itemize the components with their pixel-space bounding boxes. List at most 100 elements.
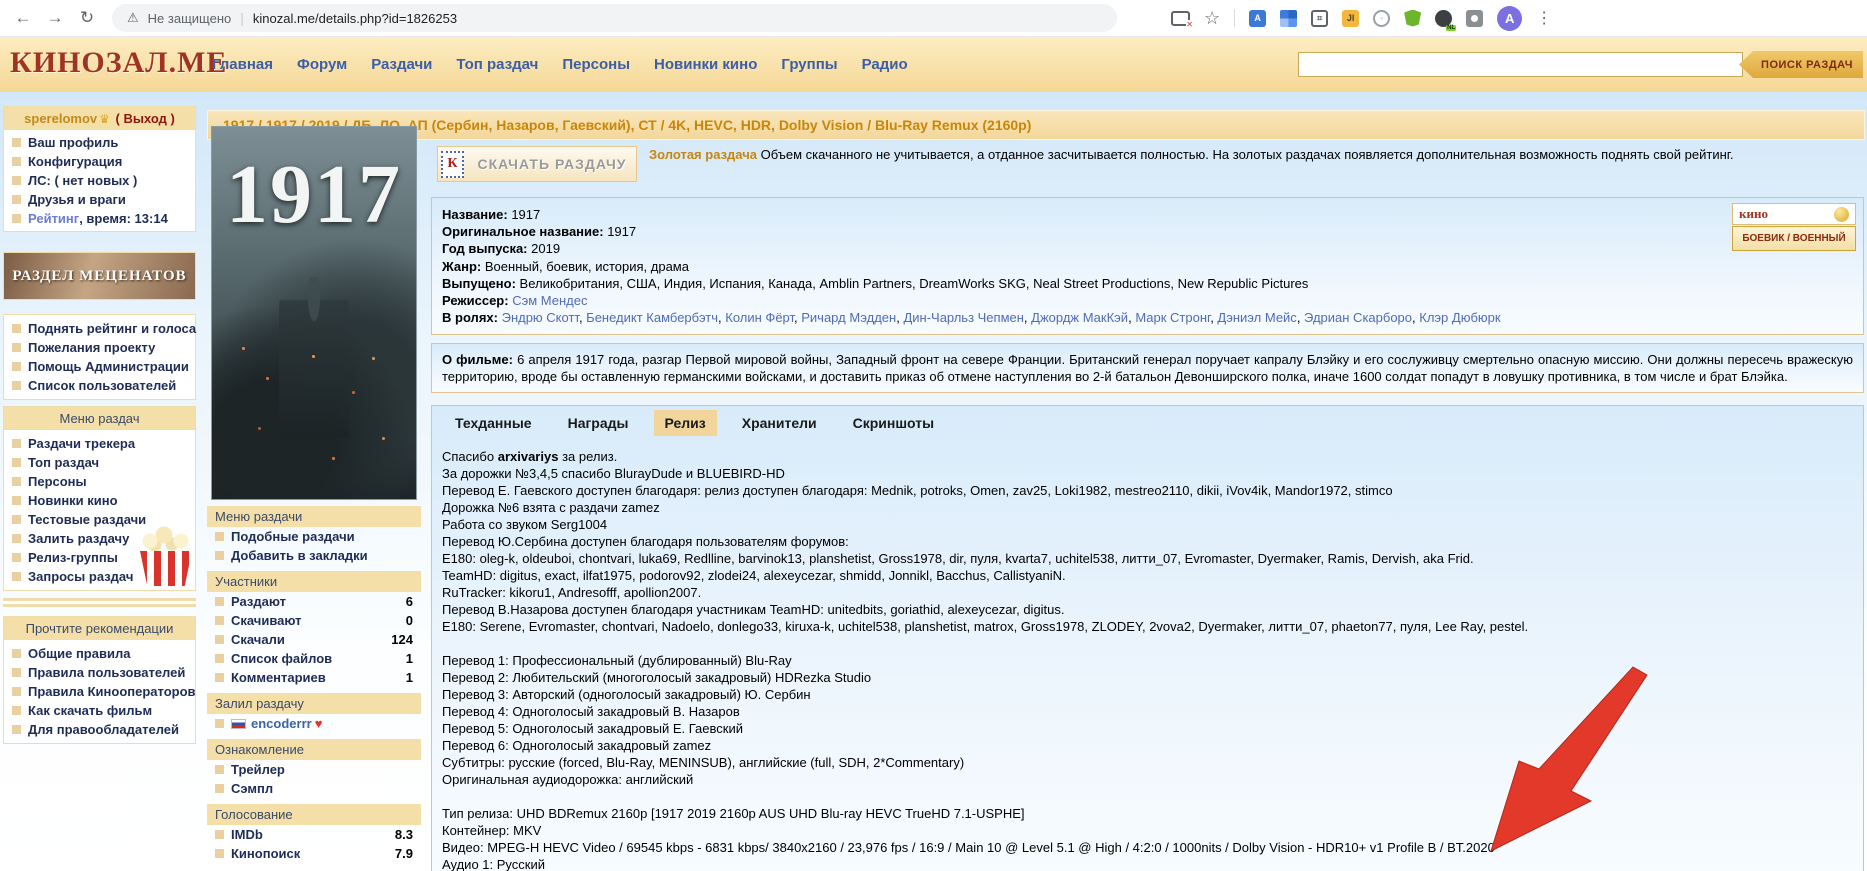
sidebar-item[interactable]: Раздачи трекера	[4, 434, 195, 453]
back-icon[interactable]: ←	[8, 3, 38, 33]
sidebar-item[interactable]: Список пользователей	[4, 376, 195, 395]
tab-techdata[interactable]: Техданные	[444, 410, 543, 436]
actor-link[interactable]: Клэр Дюбюрк	[1419, 310, 1500, 325]
bookmark-star-icon[interactable]: ☆	[1204, 8, 1220, 29]
gold-torrent-link[interactable]: Золотая раздача	[649, 147, 757, 162]
sidebar-item-label[interactable]: Раздачи трекера	[28, 436, 135, 451]
nav-link[interactable]: Топ раздач	[456, 56, 538, 73]
extensions-puzzle-icon[interactable]	[1466, 10, 1483, 27]
pin-extension-icon[interactable]: ◦	[1373, 10, 1390, 27]
sidebar-item-label[interactable]: Ваш профиль	[28, 135, 118, 150]
preview-item[interactable]: Трейлер	[207, 760, 421, 779]
sidebar-item[interactable]: Общие правила	[4, 644, 195, 663]
sidebar-item-label[interactable]: Топ раздач	[28, 455, 99, 470]
sidebar-item-label[interactable]: Друзья и враги	[28, 192, 126, 207]
rating-link[interactable]: Рейтинг	[28, 211, 79, 226]
actor-link[interactable]: Бенедикт Камбербэтч	[586, 310, 725, 325]
sidebar-item-label[interactable]: Персоны	[28, 474, 87, 489]
sidebar-item-label[interactable]: Правила Кинооператоров	[28, 684, 196, 699]
sidebar-item[interactable]: Персоны	[4, 472, 195, 491]
sidebar-item-label[interactable]: Релиз-группы	[28, 550, 118, 565]
torrent-menu-item-label[interactable]: Добавить в закладки	[231, 548, 368, 563]
sidebar-item[interactable]: Топ раздач	[4, 453, 195, 472]
sidebar-item-label[interactable]: Список пользователей	[28, 378, 176, 393]
sidebar-item-label[interactable]: Пожелания проекту	[28, 340, 155, 355]
participants-row-label[interactable]: Скачали	[231, 632, 285, 647]
preview-item[interactable]: Сэмпл	[207, 779, 421, 798]
actor-link[interactable]: Джордж МакКэй	[1031, 310, 1135, 325]
sidebar-item-label[interactable]: Залить раздачу	[28, 531, 129, 546]
sidebar-item[interactable]: ЛС: ( нет новых )	[4, 171, 195, 190]
participants-row-label[interactable]: Скачивают	[231, 613, 302, 628]
browser-menu-dots-icon[interactable]: ⋮	[1536, 8, 1552, 28]
uploader-link[interactable]: encoderrr	[251, 716, 312, 731]
nav-link[interactable]: Главная	[212, 56, 273, 73]
sidebar-item-label[interactable]: Поднять рейтинг и голоса	[28, 321, 196, 336]
tab-screenshots[interactable]: Скриншоты	[842, 410, 945, 436]
participants-row-label[interactable]: Комментариев	[231, 670, 326, 685]
sidebar-item-label[interactable]: Для правообладателей	[28, 722, 179, 737]
actor-link[interactable]: Эдриан Скарборо	[1304, 310, 1419, 325]
search-input[interactable]	[1298, 52, 1743, 77]
sidebar-item-label[interactable]: Тестовые раздачи	[28, 512, 146, 527]
sidebar-item-label[interactable]: Помощь Администрации	[28, 359, 189, 374]
site-logo[interactable]: КИНОЗАЛ.МЕ	[10, 46, 227, 80]
sidebar-item-label[interactable]: Общие правила	[28, 646, 130, 661]
sidebar-item-label[interactable]: Конфигурация	[28, 154, 122, 169]
sidebar-item[interactable]: Как скачать фильм	[4, 701, 195, 720]
sidebar-item[interactable]: Помощь Администрации	[4, 357, 195, 376]
participants-row-label[interactable]: Список файлов	[231, 651, 332, 666]
sidebar-item[interactable]: Правила Кинооператоров	[4, 682, 195, 701]
participants-row-label[interactable]: Раздают	[231, 594, 286, 609]
patrons-banner[interactable]: РАЗДЕЛ МЕЦЕНАТОВ	[4, 253, 195, 299]
proxy-extension-icon[interactable]: NL	[1435, 10, 1452, 27]
nav-link[interactable]: Группы	[781, 56, 837, 73]
vote-row-label[interactable]: Кинопоиск	[231, 846, 300, 861]
sidebar-item[interactable]: Пожелания проекту	[4, 338, 195, 357]
sidebar-item-label[interactable]: Правила пользователей	[28, 665, 185, 680]
sidebar-item-label[interactable]: Запросы раздач	[28, 569, 133, 584]
cast-icon[interactable]	[1171, 11, 1190, 26]
download-button[interactable]: К СКАЧАТЬ РАЗДАЧУ	[437, 146, 637, 182]
sidebar-item[interactable]: Правила пользователей	[4, 663, 195, 682]
nav-link[interactable]: Радио	[862, 56, 908, 73]
sidebar-item[interactable]: Друзья и враги	[4, 190, 195, 209]
director-link[interactable]: Сэм Мендес	[512, 293, 587, 308]
torrent-menu-item[interactable]: Подобные раздачи	[207, 527, 421, 546]
nav-link[interactable]: Раздачи	[371, 56, 432, 73]
sidebar-item[interactable]: Поднять рейтинг и голоса	[4, 319, 195, 338]
sidebar-item-label[interactable]: Как скачать фильм	[28, 703, 152, 718]
nav-link[interactable]: Персоны	[562, 56, 630, 73]
actor-link[interactable]: Дин-Чарльз Чепмен	[903, 310, 1031, 325]
actor-link[interactable]: Дэниэл Мейс	[1217, 310, 1304, 325]
sidebar-item[interactable]: Новинки кино	[4, 491, 195, 510]
adblock-shield-icon[interactable]	[1404, 10, 1421, 27]
logout-link[interactable]: ( Выход )	[116, 111, 175, 126]
sidebar-item[interactable]: Конфигурация	[4, 152, 195, 171]
nav-link[interactable]: Форум	[297, 56, 347, 73]
tab-release[interactable]: Релиз	[654, 410, 717, 436]
scan-extension-icon[interactable]: ⌗	[1311, 10, 1328, 27]
sidebar-item[interactable]: Для правообладателей	[4, 720, 195, 739]
sidebar-item-label[interactable]: ЛС: ( нет новых )	[28, 173, 137, 188]
sidebar-item-label[interactable]: Новинки кино	[28, 493, 118, 508]
translate-extension-icon[interactable]: A	[1249, 10, 1266, 27]
sidebar-item[interactable]: Ваш профиль	[4, 133, 195, 152]
search-button[interactable]: ПОИСК РАЗДАЧ	[1739, 51, 1863, 78]
actor-link[interactable]: Марк Стронг	[1135, 310, 1217, 325]
actor-link[interactable]: Эндрю Скотт	[502, 310, 587, 325]
vote-row-label[interactable]: IMDb	[231, 827, 263, 842]
preview-item-label[interactable]: Трейлер	[231, 762, 285, 777]
preview-item-label[interactable]: Сэмпл	[231, 781, 273, 796]
actor-link[interactable]: Ричард Мэдден	[801, 310, 903, 325]
torrent-menu-item[interactable]: Добавить в закладки	[207, 546, 421, 565]
username-link[interactable]: sperelomov	[24, 111, 97, 126]
reload-icon[interactable]: ↻	[72, 3, 102, 33]
yellow-extension-icon[interactable]: Jl	[1342, 10, 1359, 27]
tab-awards[interactable]: Награды	[557, 410, 640, 436]
profile-avatar[interactable]: A	[1497, 6, 1522, 31]
address-bar[interactable]: ⚠ Не защищено | kinozal.me/details.php?i…	[112, 4, 1117, 32]
forward-icon[interactable]: →	[40, 3, 70, 33]
torrent-menu-item-label[interactable]: Подобные раздачи	[231, 529, 355, 544]
apps-grid-extension-icon[interactable]	[1280, 10, 1297, 27]
